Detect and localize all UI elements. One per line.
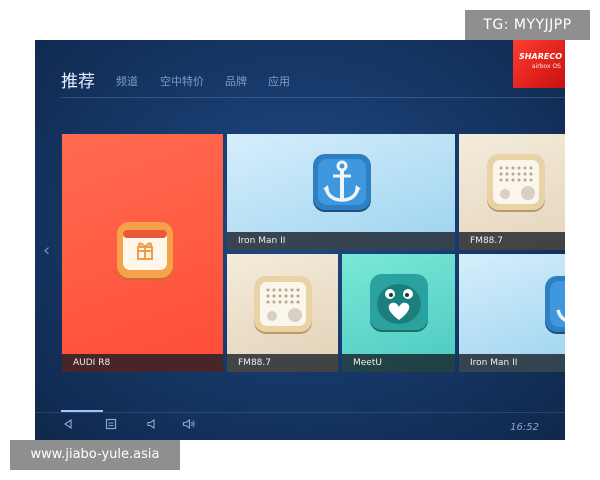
nav-item-brands[interactable]: 品牌 xyxy=(225,68,247,96)
tile-label: Iron Man II xyxy=(459,354,565,372)
tile-iron-man-top[interactable]: Iron Man II xyxy=(227,134,455,250)
clock-time: 16:52 xyxy=(510,422,539,433)
heart-monster-icon xyxy=(370,274,428,332)
tile-fm-bottom[interactable]: FM88.7 xyxy=(227,254,338,372)
tile-iron-man-bottom[interactable]: Iron Man II xyxy=(459,254,565,372)
brand-logo: SHARECO airbox OS xyxy=(513,40,565,88)
menu-icon[interactable] xyxy=(105,418,117,430)
tile-label: Iron Man II xyxy=(227,232,455,250)
nav-item-channels[interactable]: 频道 xyxy=(116,68,138,96)
tile-label: FM88.7 xyxy=(227,354,338,372)
brand-subtitle: airbox OS xyxy=(531,63,561,70)
bottom-focus-indicator xyxy=(61,410,103,412)
watermark-top-badge: TG: MYYJJPP xyxy=(465,10,590,40)
tile-label: FM88.7 xyxy=(459,232,565,250)
tile-meetu[interactable]: MeetU xyxy=(342,254,455,372)
nav-divider xyxy=(61,97,565,98)
bottom-divider xyxy=(35,412,565,413)
chevron-left-icon[interactable]: ‹ xyxy=(43,240,50,261)
watermark-bottom-badge: www.jiabo-yule.asia xyxy=(10,440,180,470)
volume-down-icon[interactable] xyxy=(146,418,158,430)
tv-screen: SHARECO airbox OS 推荐 频道 空中特价 品牌 应用 ‹ AUD… xyxy=(35,40,565,440)
nav-item-apps[interactable]: 应用 xyxy=(268,68,290,96)
nav-item-recommend[interactable]: 推荐 xyxy=(61,68,95,96)
tile-audi-r8[interactable]: AUDI R8 xyxy=(62,134,223,372)
tile-label: AUDI R8 xyxy=(62,354,223,372)
tile-fm-top[interactable]: FM88.7 xyxy=(459,134,565,250)
back-icon[interactable] xyxy=(62,418,74,430)
radio-icon xyxy=(254,276,312,334)
radio-icon xyxy=(487,154,545,212)
gift-calendar-icon xyxy=(117,222,173,280)
tile-label: MeetU xyxy=(342,354,455,372)
volume-up-icon[interactable] xyxy=(182,418,196,430)
anchor-icon xyxy=(545,276,565,334)
brand-name: SHARECO xyxy=(519,52,562,61)
anchor-icon xyxy=(313,154,371,212)
nav-item-air-deals[interactable]: 空中特价 xyxy=(160,68,204,96)
